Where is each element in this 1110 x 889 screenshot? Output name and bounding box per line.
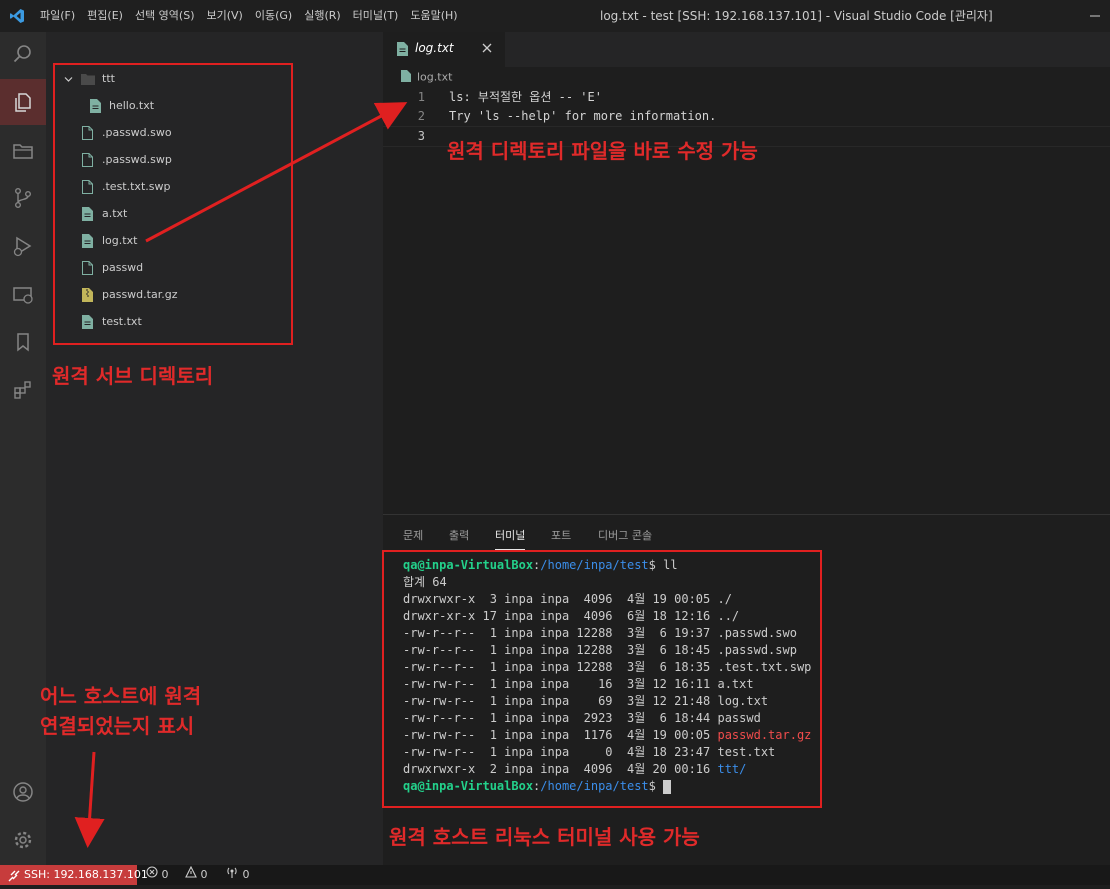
annotation-box-explorer	[53, 63, 293, 345]
explorer-sidebar: ttt hello.txt .passwd.swo .passwd.swp .test…	[40, 32, 383, 865]
bookmark-icon[interactable]	[12, 331, 34, 353]
folder-icon[interactable]	[12, 140, 34, 162]
warning-icon	[185, 865, 197, 885]
tab-ports[interactable]: 포트	[551, 527, 571, 543]
ports-count-value: 0	[242, 868, 250, 881]
annotation-host-line2: 연결되었는지 표시	[40, 714, 195, 738]
minimize-button[interactable]	[1080, 0, 1110, 32]
menu-help[interactable]: 도움말(H)	[404, 0, 463, 32]
code-line: 2 Try 'ls --help' for more information.	[383, 107, 1110, 126]
tab-problems[interactable]: 문제	[403, 527, 423, 543]
ports-count[interactable]: 0	[225, 865, 250, 885]
account-icon[interactable]	[12, 781, 34, 803]
line-text: ls: 부적절한 옵션 -- 'E'	[449, 90, 602, 104]
warning-count-value: 0	[200, 868, 208, 881]
annotation-subdir: 원격 서브 디렉토리	[52, 364, 214, 388]
vscode-logo-icon[interactable]	[0, 0, 34, 32]
menu-go[interactable]: 이동(G)	[249, 0, 298, 32]
line-number: 3	[417, 129, 425, 143]
menu-bar: 파일(F) 편집(E) 선택 영역(S) 보기(V) 이동(G) 실행(R) 터…	[0, 0, 464, 32]
extensions-icon[interactable]	[12, 379, 34, 401]
line-number: 1	[417, 90, 425, 104]
tab-log-txt[interactable]: log.txt	[383, 32, 505, 67]
menu-edit[interactable]: 편집(E)	[81, 0, 129, 32]
menu-terminal[interactable]: 터미널(T)	[347, 0, 405, 32]
warning-count[interactable]: 0	[185, 865, 208, 885]
run-debug-icon[interactable]	[12, 235, 34, 257]
file-text-icon	[401, 70, 411, 85]
bottom-panel: 문제 출력 터미널 포트 디버그 콘솔 qa@inpa-VirtualBox:/…	[382, 514, 1110, 865]
search-icon[interactable]	[12, 43, 34, 65]
activity-bar	[0, 32, 46, 865]
editor-tabs: log.txt	[383, 32, 1110, 67]
tab-output[interactable]: 출력	[449, 527, 469, 543]
annotation-edit: 원격 디렉토리 파일을 바로 수정 가능	[447, 139, 758, 163]
remote-indicator[interactable]: SSH: 192.168.137.101	[0, 865, 148, 885]
breadcrumb[interactable]: log.txt	[401, 70, 452, 85]
annotation-box-terminal	[382, 550, 822, 808]
line-number: 2	[417, 109, 425, 123]
remote-explorer-icon[interactable]	[12, 284, 34, 306]
file-text-icon	[397, 42, 408, 59]
explorer-icon[interactable]	[0, 79, 46, 125]
line-text: Try 'ls --help' for more information.	[449, 109, 717, 123]
breadcrumb-label: log.txt	[417, 70, 453, 84]
remote-label: SSH: 192.168.137.101	[24, 868, 148, 881]
error-count[interactable]: 0	[146, 865, 169, 885]
error-icon	[146, 865, 158, 885]
menu-run[interactable]: 실행(R)	[298, 0, 346, 32]
tab-label: log.txt	[415, 41, 454, 55]
menu-file[interactable]: 파일(F)	[34, 0, 81, 32]
window-title: log.txt - test [SSH: 192.168.137.101] - …	[600, 9, 993, 23]
source-control-icon[interactable]	[12, 187, 34, 209]
menu-selection[interactable]: 선택 영역(S)	[129, 0, 201, 32]
broadcast-icon	[225, 865, 239, 885]
remote-icon	[8, 869, 20, 889]
tab-terminal[interactable]: 터미널	[495, 527, 526, 550]
editor-area: log.txt log.txt 1 ls: 부적절한 옵션 -- 'E' 2 T…	[383, 32, 1110, 514]
error-count-value: 0	[161, 868, 169, 881]
tab-debug-console[interactable]: 디버그 콘솔	[598, 527, 652, 543]
status-bar: SSH: 192.168.137.101 0 0 0	[0, 865, 1110, 885]
close-icon[interactable]	[481, 42, 493, 57]
annotation-host-line1: 어느 호스트에 원격	[40, 684, 202, 708]
gear-icon[interactable]	[12, 829, 34, 851]
menu-view[interactable]: 보기(V)	[200, 0, 248, 32]
title-bar: 파일(F) 편집(E) 선택 영역(S) 보기(V) 이동(G) 실행(R) 터…	[0, 0, 1110, 32]
annotation-terminal: 원격 호스트 리눅스 터미널 사용 가능	[389, 825, 700, 849]
code-line: 1 ls: 부적절한 옵션 -- 'E'	[383, 88, 1110, 107]
